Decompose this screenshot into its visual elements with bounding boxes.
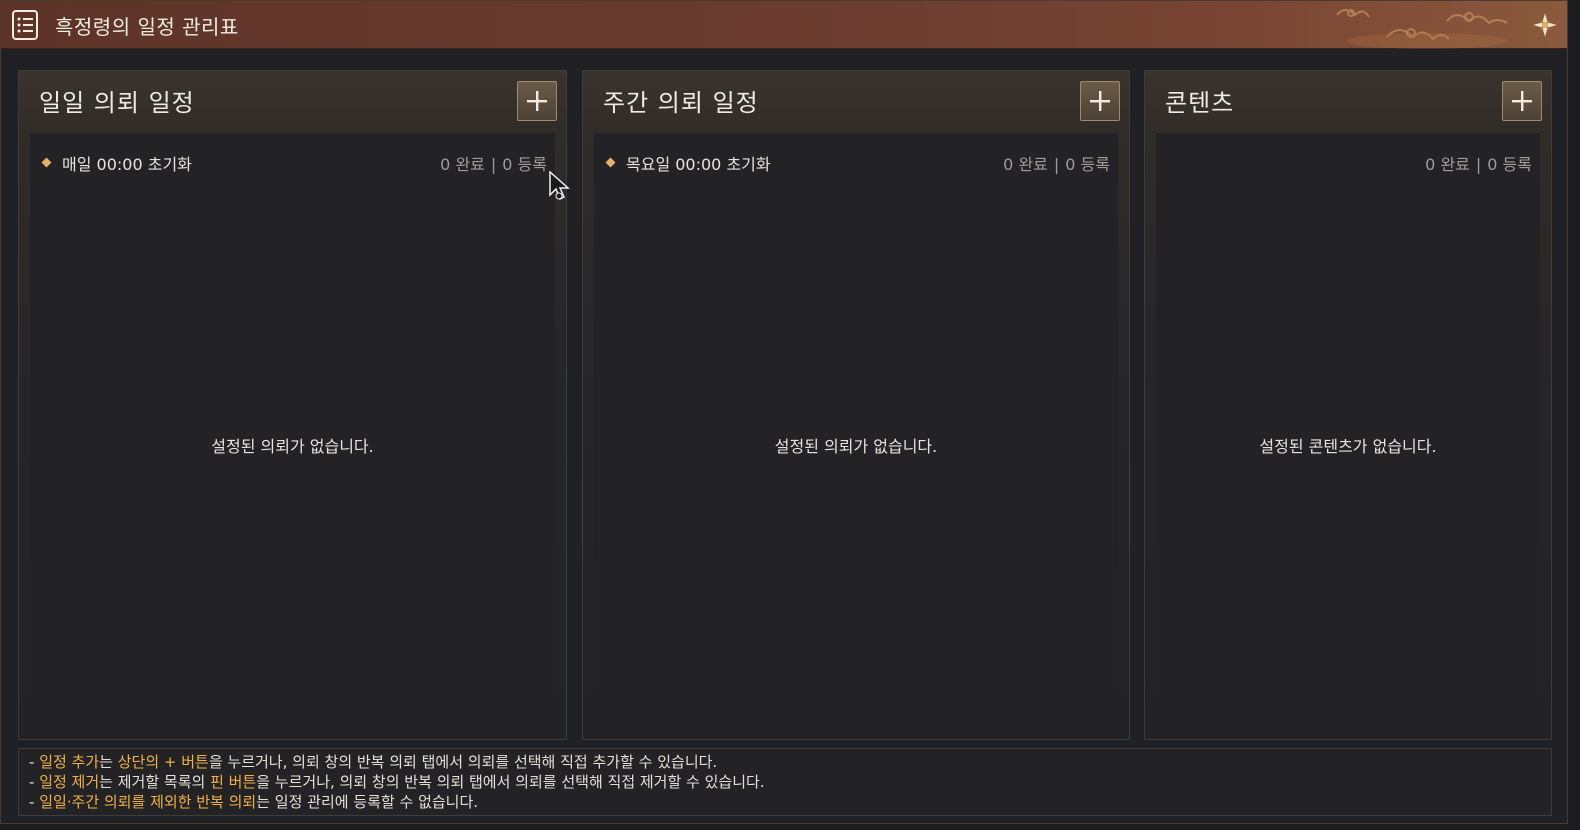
cloud-pattern-icon bbox=[1336, 9, 1508, 49]
help-text: - bbox=[29, 753, 40, 771]
help-text: 을 누르거나, 의뢰 창의 반복 의뢰 탭에서 의뢰를 선택해 직접 추가할 수… bbox=[208, 753, 718, 771]
help-highlight: 일일·주간 의뢰를 제외한 반복 의뢰 bbox=[39, 793, 257, 811]
progress-count: 0 완료 | 0 등록 bbox=[1003, 151, 1110, 175]
flower-emblem-icon bbox=[1531, 11, 1559, 39]
contents-list: 0 완료 | 0 등록 설정된 콘텐츠가 없습니다. bbox=[1156, 133, 1540, 739]
mouse-pointer-icon bbox=[549, 171, 570, 201]
help-text: 는 bbox=[99, 753, 118, 771]
list-document-icon bbox=[12, 10, 38, 40]
list-header: 매일 00:00 초기화 0 완료 | 0 등록 bbox=[30, 151, 555, 175]
panel-title: 주간 의뢰 일정 bbox=[603, 89, 759, 117]
help-text: 는 제거할 목록의 bbox=[99, 773, 211, 791]
panel-title: 일일 의뢰 일정 bbox=[39, 89, 195, 117]
help-highlight: 핀 버튼 bbox=[210, 773, 257, 791]
empty-message: 설정된 의뢰가 없습니다. bbox=[211, 437, 374, 456]
count-separator: | bbox=[490, 155, 497, 174]
registered-count: 0 등록 bbox=[1487, 155, 1532, 174]
count-separator: | bbox=[1053, 155, 1060, 174]
count-separator: | bbox=[1475, 155, 1482, 174]
help-line-restriction: - 일일·주간 의뢰를 제외한 반복 의뢰는 일정 관리에 등록할 수 없습니다… bbox=[29, 792, 1541, 812]
registered-count: 0 등록 bbox=[502, 155, 547, 174]
help-text: 는 일정 관리에 등록할 수 없습니다. bbox=[256, 793, 479, 811]
help-highlight: 일정 추가 bbox=[39, 753, 100, 771]
weekly-quest-panel: 주간 의뢰 일정 목요일 00:00 초기화 0 완료 | 0 등록 설정된 의뢰가… bbox=[582, 70, 1130, 740]
empty-message: 설정된 의뢰가 없습니다. bbox=[774, 437, 938, 456]
add-weekly-quest-button[interactable] bbox=[1080, 81, 1120, 121]
progress-count: 0 완료 | 0 등록 bbox=[1425, 151, 1532, 175]
help-line-add: - 일정 추가는 상단의 + 버튼을 누르거나, 의뢰 창의 반복 의뢰 탭에서… bbox=[29, 752, 1541, 772]
completed-count: 0 완료 bbox=[1003, 155, 1048, 174]
registered-count: 0 등록 bbox=[1065, 155, 1110, 174]
plus-icon bbox=[1090, 91, 1110, 111]
add-content-button[interactable] bbox=[1502, 81, 1542, 121]
help-box: - 일정 추가는 상단의 + 버튼을 누르거나, 의뢰 창의 반복 의뢰 탭에서… bbox=[18, 748, 1552, 816]
help-line-remove: - 일정 제거는 제거할 목록의 핀 버튼을 누르거나, 의뢰 창의 반복 의뢰… bbox=[29, 772, 1541, 792]
help-text: - bbox=[29, 773, 40, 791]
plus-icon bbox=[527, 91, 547, 111]
daily-quest-list: 매일 00:00 초기화 0 완료 | 0 등록 설정된 의뢰가 없습니다. bbox=[30, 133, 555, 739]
empty-message: 설정된 콘텐츠가 없습니다. bbox=[1259, 437, 1437, 456]
diamond-bullet-icon bbox=[605, 157, 616, 168]
completed-count: 0 완료 bbox=[440, 155, 485, 174]
help-highlight: 상단의 + 버튼 bbox=[117, 753, 209, 771]
panel-title: 콘텐츠 bbox=[1165, 89, 1235, 117]
weekly-quest-list: 목요일 00:00 초기화 0 완료 | 0 등록 설정된 의뢰가 없습니다. bbox=[594, 133, 1118, 739]
list-header: 목요일 00:00 초기화 0 완료 | 0 등록 bbox=[594, 151, 1118, 175]
help-text: - bbox=[29, 793, 40, 811]
completed-count: 0 완료 bbox=[1425, 155, 1470, 174]
reset-time-label: 목요일 00:00 초기화 bbox=[626, 155, 771, 174]
plus-icon bbox=[1512, 91, 1532, 111]
daily-quest-panel: 일일 의뢰 일정 매일 00:00 초기화 0 완료 | 0 등록 설정된 의뢰가 … bbox=[18, 70, 567, 740]
contents-panel: 콘텐츠 0 완료 | 0 등록 설정된 콘텐츠가 없습니다. bbox=[1144, 70, 1552, 740]
list-header: 0 완료 | 0 등록 bbox=[1156, 151, 1540, 175]
reset-time-label: 매일 00:00 초기화 bbox=[62, 155, 192, 174]
window-title: 흑정령의 일정 관리표 bbox=[55, 15, 239, 39]
progress-count: 0 완료 | 0 등록 bbox=[440, 151, 547, 175]
add-daily-quest-button[interactable] bbox=[517, 81, 557, 121]
schedule-window: 흑정령의 일정 관리표 일일 의뢰 일정 매일 00:00 초기화 0 완료 |… bbox=[0, 0, 1568, 824]
help-text: 을 누르거나, 의뢰 창의 반복 의뢰 탭에서 의뢰를 선택해 직접 제거할 수… bbox=[256, 773, 765, 791]
title-bar[interactable]: 흑정령의 일정 관리표 bbox=[1, 1, 1567, 49]
diamond-bullet-icon bbox=[41, 157, 52, 168]
help-highlight: 일정 제거 bbox=[39, 773, 100, 791]
